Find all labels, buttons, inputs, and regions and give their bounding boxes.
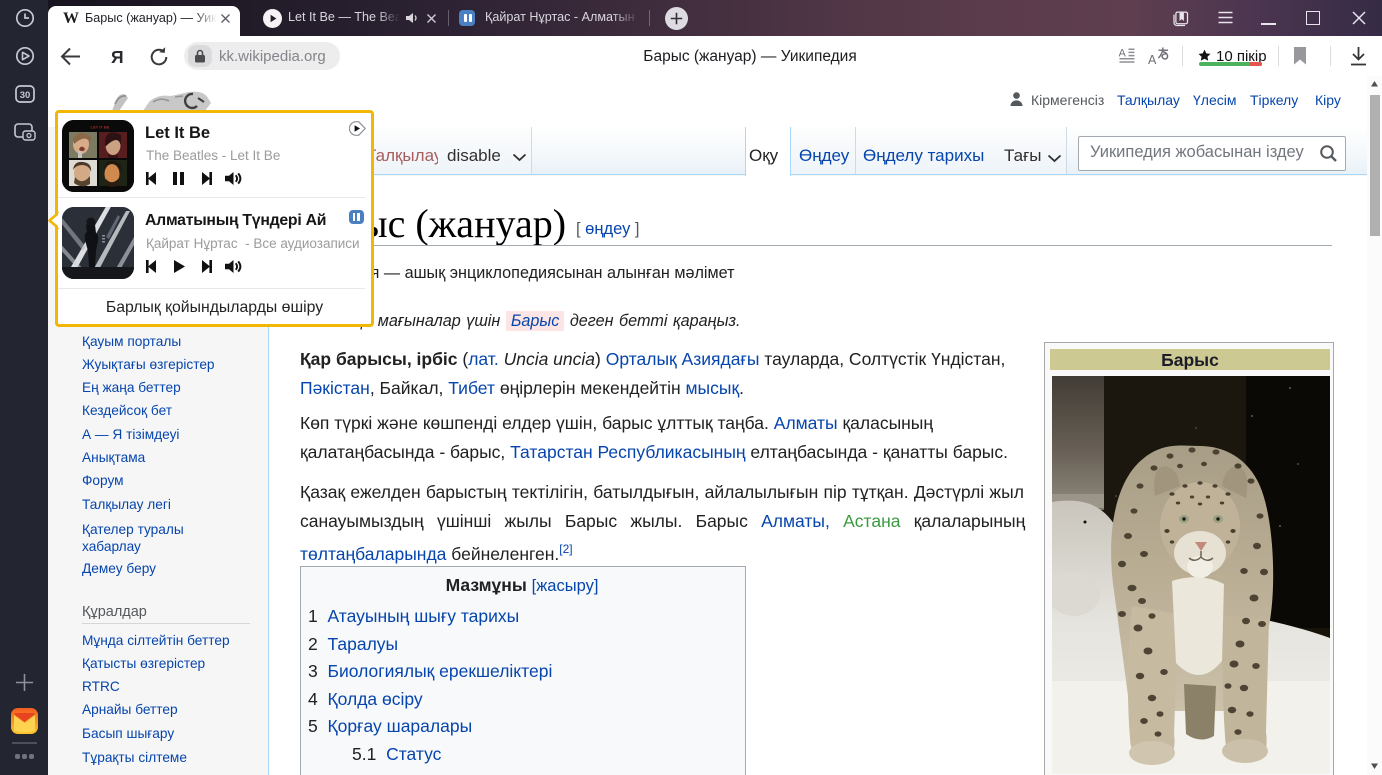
svg-text:A: A [1119, 48, 1127, 60]
svg-text:LET IT BE: LET IT BE [91, 125, 110, 130]
svg-text:A: A [1148, 53, 1157, 66]
svg-text:30: 30 [20, 90, 31, 101]
